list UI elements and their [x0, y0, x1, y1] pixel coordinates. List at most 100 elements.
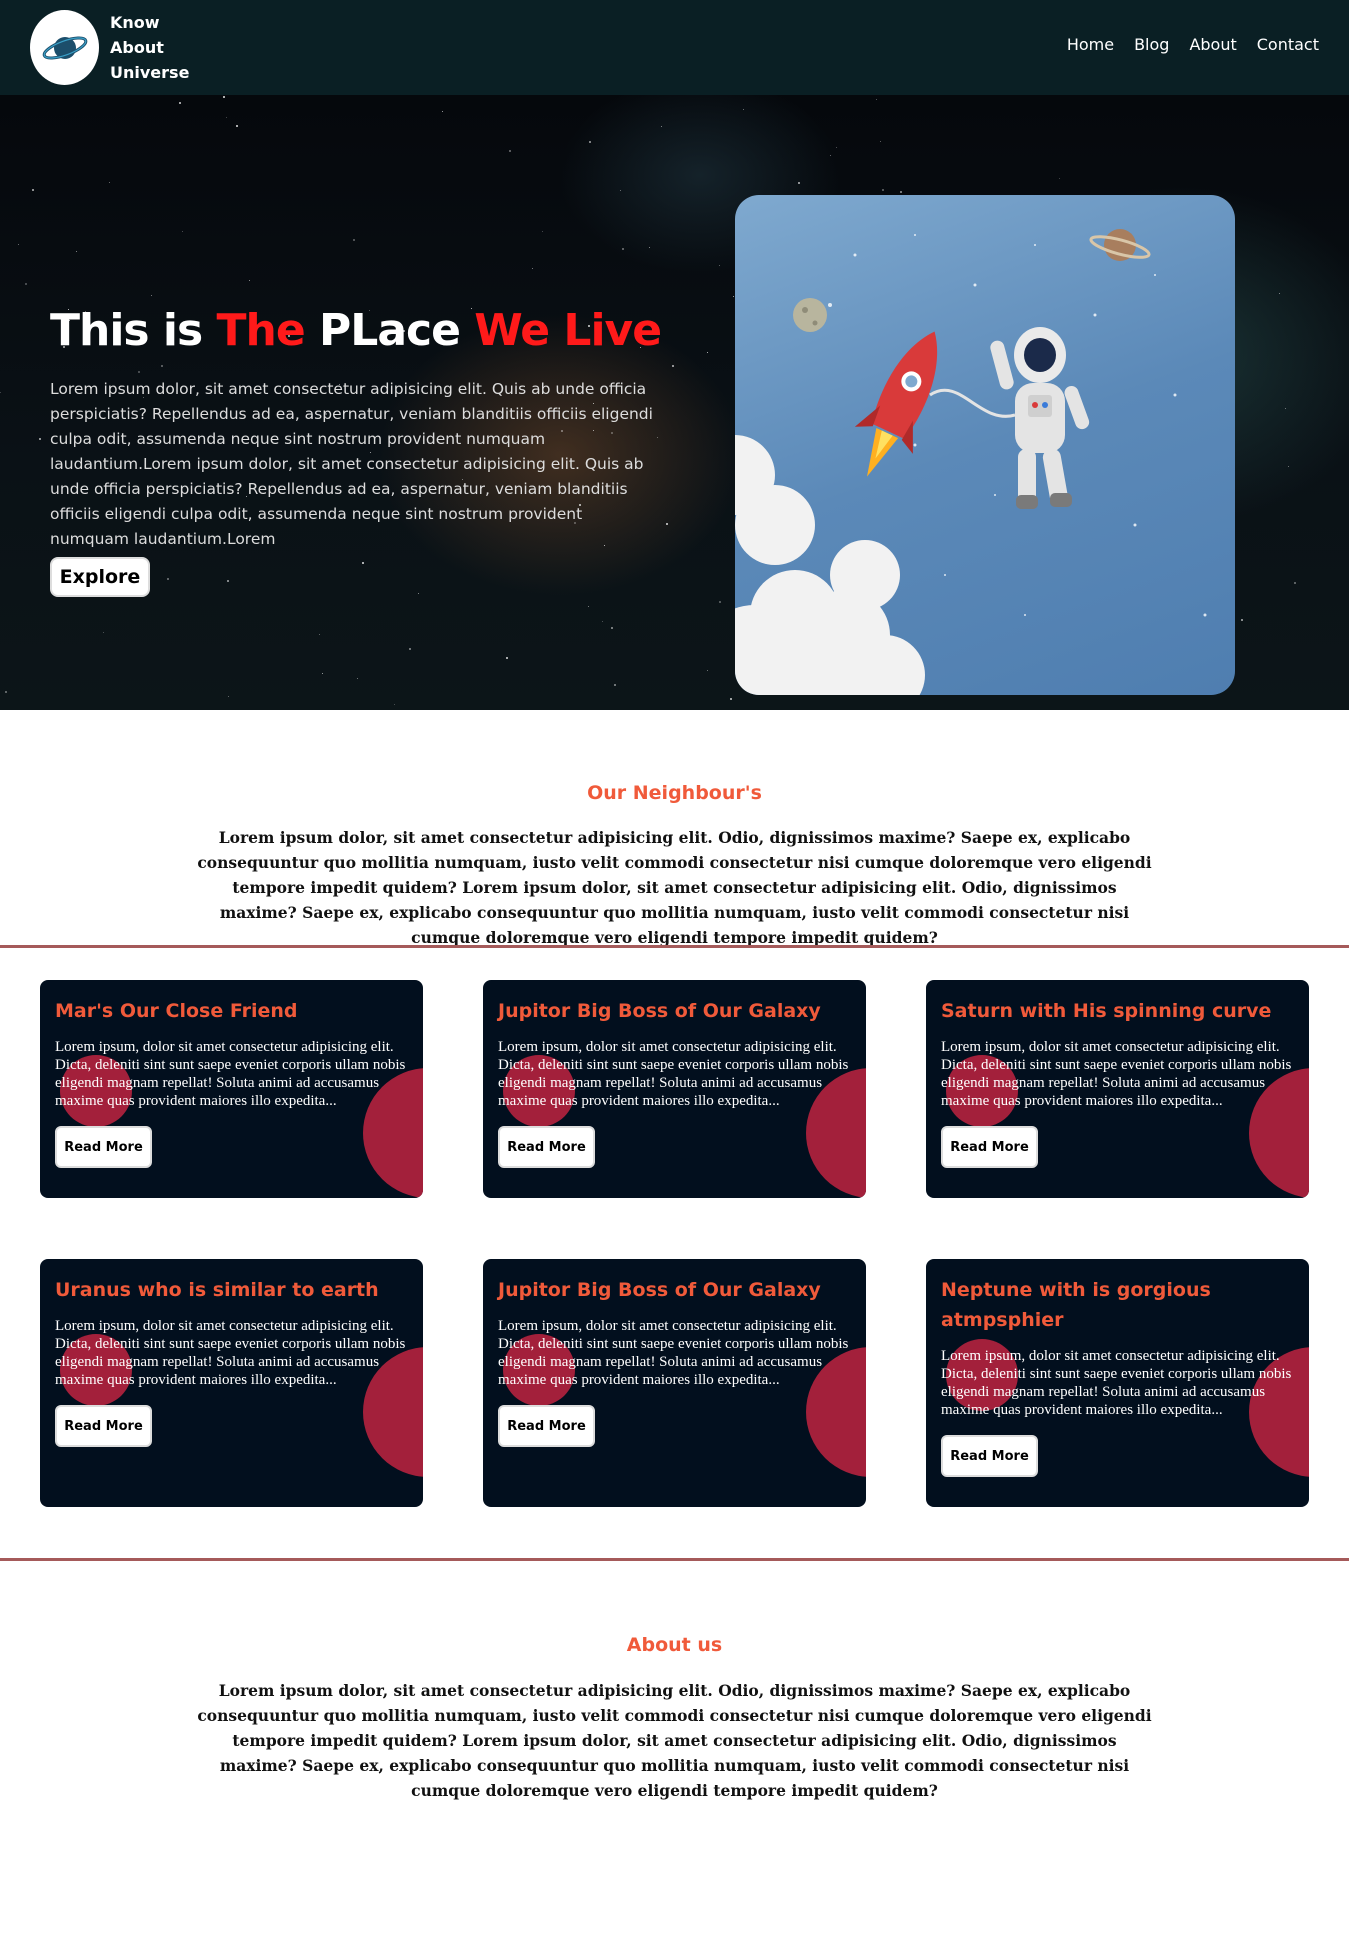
star	[798, 182, 800, 184]
neighbours-description: Lorem ipsum dolor, sit amet consectetur …	[197, 828, 1152, 947]
star	[357, 678, 358, 679]
read-more-button[interactable]: Read More	[55, 1405, 152, 1447]
brand-line: About	[110, 38, 164, 57]
explore-button[interactable]: Explore	[50, 557, 150, 597]
star	[362, 562, 364, 564]
card-title: Mar's Our Close Friend	[55, 1000, 298, 1022]
star	[719, 265, 720, 266]
star	[743, 109, 744, 110]
star	[1241, 619, 1243, 621]
brand-line: Know	[110, 13, 160, 32]
star	[39, 438, 41, 440]
star	[657, 437, 658, 438]
star	[353, 239, 355, 241]
hero-description: Lorem ipsum dolor, sit amet consectetur …	[50, 380, 653, 548]
planet-card: Jupitor Big Boss of Our Galaxy Lorem ips…	[483, 980, 866, 1198]
star	[509, 150, 511, 152]
card-title: Saturn with His spinning curve	[941, 1000, 1272, 1022]
star	[418, 593, 419, 594]
star	[442, 111, 443, 112]
star	[542, 231, 543, 232]
star	[733, 296, 734, 297]
about-description: Lorem ipsum dolor, sit amet consectetur …	[197, 1681, 1152, 1800]
star	[1288, 466, 1289, 467]
section-divider	[0, 945, 1349, 948]
star	[506, 657, 508, 659]
read-more-button[interactable]: Read More	[941, 1435, 1038, 1477]
star	[179, 102, 181, 104]
star	[109, 182, 110, 183]
nav-link-about[interactable]: About	[1189, 35, 1236, 54]
star	[236, 125, 238, 127]
star	[18, 244, 19, 245]
hero-title-highlight: Live	[563, 305, 662, 356]
hero-title-highlight: We	[474, 305, 550, 356]
brand-name[interactable]: Know About Universe	[110, 10, 189, 85]
read-more-button[interactable]: Read More	[498, 1126, 595, 1168]
card-title: Jupitor Big Boss of Our Galaxy	[498, 1279, 821, 1301]
star	[322, 673, 323, 674]
star	[151, 295, 152, 296]
nav-link-home[interactable]: Home	[1067, 35, 1114, 54]
star	[622, 248, 624, 250]
star	[1285, 408, 1286, 409]
star	[876, 99, 877, 100]
star	[319, 634, 320, 635]
star	[32, 189, 34, 191]
planet-card: Uranus who is similar to earth Lorem ips…	[40, 1259, 423, 1507]
star	[649, 247, 650, 248]
star	[227, 580, 229, 582]
star	[666, 523, 668, 525]
hero-title-part	[549, 305, 563, 356]
star	[25, 283, 27, 285]
star	[588, 606, 589, 607]
star	[707, 352, 708, 353]
read-more-button[interactable]: Read More	[55, 1126, 152, 1168]
star	[394, 704, 395, 705]
star	[167, 578, 169, 580]
about-title: About us	[626, 1634, 723, 1656]
nav-link-contact[interactable]: Contact	[1257, 35, 1319, 54]
read-more-button[interactable]: Read More	[498, 1405, 595, 1447]
card-text: Lorem ipsum, dolor sit amet consectetur …	[941, 1348, 1292, 1418]
card-text: Lorem ipsum, dolor sit amet consectetur …	[55, 1039, 406, 1109]
star	[707, 670, 708, 671]
star	[836, 147, 837, 148]
star	[228, 696, 229, 697]
planet-card: Neptune with is gorgious atmpsphier Lore…	[926, 1259, 1309, 1507]
star	[620, 190, 621, 191]
star	[103, 632, 104, 633]
star	[719, 601, 721, 603]
star	[661, 126, 662, 127]
star	[161, 365, 163, 367]
star	[138, 371, 140, 373]
star	[0, 392, 1, 393]
star	[882, 189, 884, 191]
card-text: Lorem ipsum, dolor sit amet consectetur …	[498, 1318, 849, 1388]
logo[interactable]	[30, 10, 99, 85]
card-title: Jupitor Big Boss of Our Galaxy	[498, 1000, 821, 1022]
navbar: Know About Universe Home Blog About Cont…	[0, 0, 1349, 95]
star	[830, 155, 831, 156]
orbit-logo-icon	[42, 36, 88, 60]
star	[880, 141, 881, 142]
star	[5, 691, 7, 693]
card-text: Lorem ipsum, dolor sit amet consectetur …	[55, 1318, 406, 1388]
card-text: Lorem ipsum, dolor sit amet consectetur …	[498, 1039, 849, 1109]
star	[672, 365, 674, 367]
read-more-button[interactable]: Read More	[941, 1126, 1038, 1168]
nav-link-blog[interactable]: Blog	[1134, 35, 1169, 54]
nav-links: Home Blog About Contact	[1067, 35, 1319, 54]
star	[900, 191, 902, 193]
star	[1059, 178, 1060, 179]
hero-title: This is The PLace We Live	[50, 305, 662, 356]
star	[611, 627, 613, 629]
star	[1279, 293, 1280, 294]
hero-title-highlight: The	[216, 305, 306, 356]
star	[614, 684, 616, 686]
star	[182, 231, 183, 232]
hero-title-part: PLace	[304, 305, 475, 356]
star	[1294, 582, 1296, 584]
brand-line: Universe	[110, 63, 190, 82]
hero-astronaut-illustration	[735, 195, 1235, 695]
